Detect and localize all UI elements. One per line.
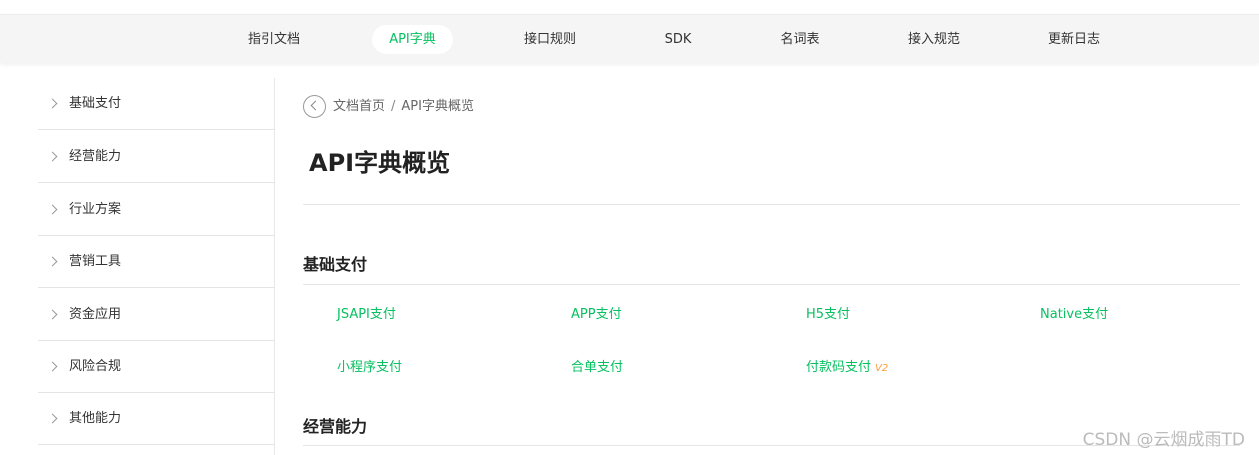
sidebar-item-other-capabilities[interactable]: 其他能力 <box>38 393 275 445</box>
sidebar-item-basic-payment[interactable]: 基础支付 <box>38 78 275 130</box>
nav-tab-glossary[interactable]: 名词表 <box>768 25 832 54</box>
nav-tab-access-spec[interactable]: 接入规范 <box>896 25 972 54</box>
section-title-basic-payment: 基础支付 <box>303 255 368 274</box>
chevron-right-icon <box>47 98 58 108</box>
breadcrumb-current: API字典概览 <box>401 99 474 114</box>
chevron-right-icon <box>47 151 58 161</box>
chevron-right-icon <box>47 256 58 266</box>
link-app-payment[interactable]: APP支付 <box>571 303 622 322</box>
sidebar-item-marketing-tools[interactable]: 营销工具 <box>38 236 275 288</box>
sidebar-item-label: 行业方案 <box>69 202 122 217</box>
breadcrumb-separator: / <box>391 99 396 114</box>
link-native-payment[interactable]: Native支付 <box>1040 303 1108 322</box>
link-combined-payment[interactable]: 合单支付 <box>571 356 623 375</box>
link-jsapi-payment[interactable]: JSAPI支付 <box>337 303 396 322</box>
divider <box>303 284 1240 285</box>
nav-tab-api-dictionary[interactable]: API字典 <box>372 25 453 54</box>
sidebar-item-label: 基础支付 <box>69 96 122 111</box>
sidebar-item-label: 其他能力 <box>69 411 122 426</box>
nav-tab-interface-rules[interactable]: 接口规则 <box>512 25 588 54</box>
chevron-right-icon <box>47 204 58 214</box>
watermark: CSDN @云烟成雨TD <box>1082 430 1245 450</box>
sidebar-item-label: 营销工具 <box>69 254 122 269</box>
link-h5-payment[interactable]: H5支付 <box>806 303 850 322</box>
sidebar-item-risk-compliance[interactable]: 风险合规 <box>38 341 275 393</box>
nav-tab-changelog[interactable]: 更新日志 <box>1036 25 1112 54</box>
section-title-business-capability: 经营能力 <box>303 417 368 436</box>
version-badge: V2 <box>875 363 889 374</box>
sidebar-item-label: 经营能力 <box>69 149 122 164</box>
chevron-right-icon <box>47 413 58 423</box>
sidebar: 基础支付 经营能力 行业方案 营销工具 资金应用 风险合规 其他能力 <box>38 78 275 455</box>
back-circle-icon[interactable] <box>303 95 326 118</box>
breadcrumb-home-link[interactable]: 文档首页 <box>333 99 385 114</box>
sidebar-item-industry-solutions[interactable]: 行业方案 <box>38 184 275 236</box>
page-title: API字典概览 <box>309 149 451 177</box>
sidebar-item-business-capability[interactable]: 经营能力 <box>38 131 275 183</box>
top-strip <box>0 0 1259 14</box>
link-payment-code-payment[interactable]: 付款码支付 V2 <box>806 356 888 375</box>
divider <box>303 204 1240 205</box>
sidebar-item-label: 风险合规 <box>69 359 122 374</box>
chevron-right-icon <box>47 309 58 319</box>
nav-tab-guide-docs[interactable]: 指引文档 <box>236 25 312 54</box>
nav-tab-sdk[interactable]: SDK <box>648 25 708 54</box>
chevron-right-icon <box>47 361 58 371</box>
sidebar-item-label: 资金应用 <box>69 307 122 322</box>
main-content: 文档首页 / API字典概览 API字典概览 基础支付 JSAPI支付 APP支付 … <box>303 78 1240 455</box>
sidebar-item-fund-applications[interactable]: 资金应用 <box>38 289 275 341</box>
top-navbar: 指引文档 API字典 接口规则 SDK 名词表 接入规范 更新日志 <box>0 14 1259 63</box>
breadcrumb: 文档首页 / API字典概览 <box>333 96 474 118</box>
link-mini-program-payment[interactable]: 小程序支付 <box>337 356 402 375</box>
link-label: 付款码支付 <box>806 360 872 375</box>
